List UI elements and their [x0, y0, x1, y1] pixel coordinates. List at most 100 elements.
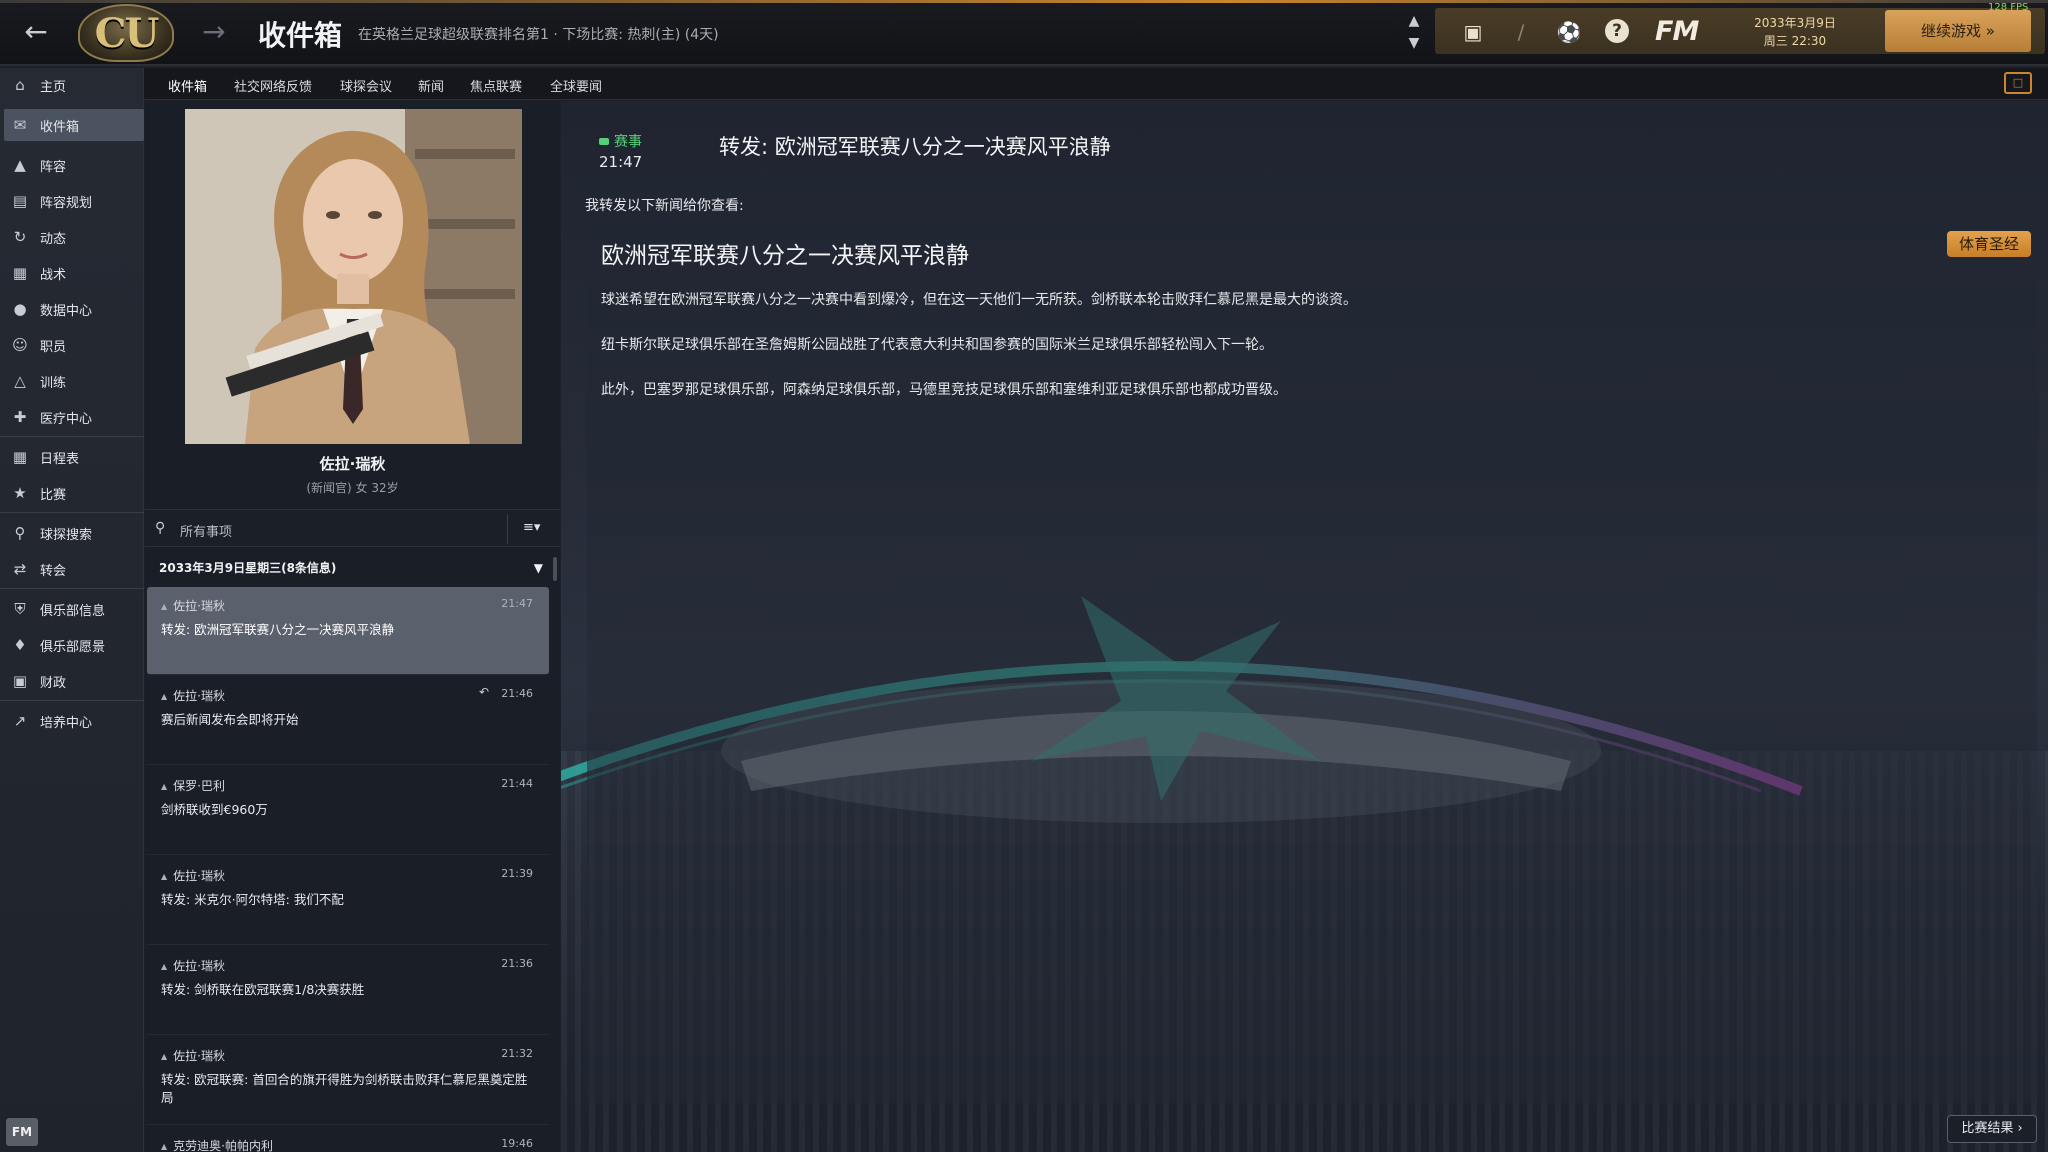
- sidebar-item-medical[interactable]: ✚ 医疗中心: [4, 401, 144, 433]
- sidebar-item-label: 医疗中心: [40, 411, 93, 427]
- arrow-right-icon[interactable]: →: [196, 14, 232, 50]
- message-sender: 佐拉·瑞秋: [161, 867, 225, 884]
- message-time: 21:44: [501, 777, 533, 790]
- sidebar-item-finances[interactable]: ▣ 财政: [4, 665, 144, 697]
- tab-focus-leagues[interactable]: 焦点联赛: [470, 76, 522, 95]
- help-icon[interactable]: ?: [1605, 19, 1629, 43]
- arrow-left-icon[interactable]: ←: [18, 14, 54, 50]
- game-date: 2033年3月9日 周三 22:30: [1735, 14, 1855, 50]
- chevron-down-icon[interactable]: ▼: [534, 555, 543, 581]
- tab-global-news[interactable]: 全球要闻: [550, 76, 602, 95]
- sidebar-item-dynamics[interactable]: ↻ 动态: [4, 221, 144, 253]
- message-intro: 我转发以下新闻给你查看:: [585, 198, 744, 214]
- sidebar-item-label: 训练: [40, 375, 67, 391]
- calendar-icon: ▦: [12, 448, 28, 466]
- club-badge[interactable]: CU: [78, 4, 174, 62]
- clipboard-icon: ▤: [12, 192, 28, 210]
- tab-social-feedback[interactable]: 社交网络反馈: [234, 76, 312, 95]
- sidebar-item-tactics[interactable]: ▦ 战术: [4, 257, 144, 289]
- sidebar-item-staff[interactable]: ☺ 职员: [4, 329, 144, 361]
- sidebar-divider: [0, 700, 144, 701]
- sidebar-item-label: 阵容规划: [40, 195, 93, 211]
- sidebar-item-scouting[interactable]: ⚲ 球探搜索: [4, 517, 144, 549]
- reply-icon: ↶: [478, 685, 489, 699]
- sidebar-item-inbox[interactable]: ✉ 收件箱: [4, 109, 144, 141]
- sidebar-item-label: 球探搜索: [40, 527, 93, 543]
- trophy-icon: ★: [13, 484, 27, 502]
- sidebar-item-label: 数据中心: [40, 303, 93, 319]
- sidebar-item-transfers[interactable]: ⇄ 转会: [4, 553, 144, 585]
- game-date-line2: 周三 22:30: [1763, 34, 1827, 48]
- continue-label: 继续游戏: [1921, 22, 1982, 40]
- sidebar-item-label: 收件箱: [40, 119, 80, 135]
- day-group-header[interactable]: 2033年3月9日星期三(8条信息) ▼: [149, 555, 549, 581]
- source-badge[interactable]: 体育圣经: [1947, 231, 2031, 257]
- staff-icon: ☺: [12, 336, 28, 354]
- vision-icon: ♦: [13, 636, 27, 654]
- message-list-panel: 佐拉·瑞秋 (新闻官) 女 32岁 ⚲ 所有事项 ≡▾ 2033年3月9日星期三…: [145, 101, 560, 1152]
- sidebar-item-label: 俱乐部愿景: [40, 639, 106, 655]
- toolbar-panel: ▣ ∕ ⚽ ? FM 2033年3月9日 周三 22:30 继续游戏 »: [1435, 8, 2045, 54]
- message-subject: 转发: 剑桥联在欧冠联赛1/8决赛获胜: [161, 982, 365, 997]
- sidebar-item-label: 日程表: [40, 451, 80, 467]
- ball-icon[interactable]: ⚽: [1555, 18, 1583, 46]
- sidebar-item-squad[interactable]: ▲ 阵容: [4, 149, 144, 181]
- page-subtitle[interactable]: 在英格兰足球超级联赛排名第1 · 下场比赛: 热刺(主) (4天): [358, 24, 719, 44]
- list-item[interactable]: 佐拉·瑞秋 21:39 转发: 米克尔·阿尔特塔: 我们不配: [147, 857, 549, 945]
- double-chevron-right-icon: »: [1985, 22, 1995, 40]
- id-card-icon[interactable]: ▣: [1459, 18, 1487, 46]
- message-sender: 保罗·巴利: [161, 777, 225, 794]
- sidebar-item-label: 俱乐部信息: [40, 603, 106, 619]
- message-sender: 佐拉·瑞秋: [161, 1047, 225, 1064]
- sender-name[interactable]: 佐拉·瑞秋: [145, 453, 560, 474]
- shield-icon: ⛨: [14, 600, 26, 618]
- match-result-button[interactable]: 比赛结果 ›: [1947, 1115, 2037, 1143]
- search-icon[interactable]: ⚲: [155, 520, 165, 536]
- sort-menu-icon[interactable]: ≡▾: [523, 520, 540, 535]
- sidebar-item-label: 主页: [40, 79, 67, 95]
- sidebar-item-development[interactable]: ↗ 培养中心: [4, 705, 144, 737]
- sidebar-divider: [0, 512, 144, 513]
- sidebar-item-club-vision[interactable]: ♦ 俱乐部愿景: [4, 629, 144, 661]
- sidebar-item-label: 动态: [40, 231, 67, 247]
- filter-input[interactable]: 所有事项: [180, 521, 232, 540]
- edit-icon[interactable]: ∕: [1507, 18, 1535, 46]
- sender-portrait-image: [185, 109, 522, 444]
- sidebar-item-schedule[interactable]: ▦ 日程表: [4, 441, 144, 473]
- tab-news[interactable]: 新闻: [418, 76, 444, 95]
- sidebar-item-label: 培养中心: [40, 715, 93, 731]
- tab-scout-meeting[interactable]: 球探会议: [340, 76, 392, 95]
- list-item[interactable]: 佐拉·瑞秋 ↶ 21:46 赛后新闻发布会即将开始: [147, 677, 549, 765]
- sidebar-item-training[interactable]: △ 训练: [4, 365, 144, 397]
- sender-portrait[interactable]: [185, 109, 522, 444]
- widescreen-icon[interactable]: □: [2004, 72, 2032, 94]
- list-scrollbar[interactable]: [553, 557, 557, 581]
- match-result-label: 比赛结果: [1961, 1121, 2014, 1136]
- fm-logo-small[interactable]: FM: [6, 1118, 38, 1146]
- news-card: [587, 223, 2037, 1103]
- sidebar-item-club-info[interactable]: ⛨ 俱乐部信息: [4, 593, 144, 625]
- list-item[interactable]: 佐拉·瑞秋 21:32 转发: 欧冠联赛: 首回合的旗开得胜为剑桥联击败拜仁慕尼…: [147, 1037, 549, 1125]
- shirt-icon: ▲: [14, 156, 26, 174]
- tab-inbox[interactable]: 收件箱: [161, 76, 214, 104]
- sidebar-item-competitions[interactable]: ★ 比赛: [4, 477, 144, 509]
- list-item[interactable]: 克劳迪奥·帕帕内利 19:46: [147, 1127, 549, 1152]
- top-accent-line: [0, 0, 2048, 3]
- list-item[interactable]: 佐拉·瑞秋 21:47 转发: 欧洲冠军联赛八分之一决赛风平浪静: [147, 587, 549, 675]
- page-title: 收件箱: [258, 19, 343, 52]
- fm-logo[interactable]: FM: [1655, 16, 1699, 47]
- message-time: 21:47: [501, 597, 533, 610]
- sidebar-item-data-hub[interactable]: ● 数据中心: [4, 293, 144, 325]
- chevron-up-down-icon[interactable]: ▲ ▼: [1404, 10, 1424, 54]
- continue-button[interactable]: 继续游戏 »: [1885, 10, 2031, 52]
- tactics-board-icon: ▦: [12, 264, 28, 282]
- sidebar-item-label: 比赛: [40, 487, 67, 503]
- medical-kit-icon: ✚: [13, 408, 27, 426]
- list-item[interactable]: 佐拉·瑞秋 21:36 转发: 剑桥联在欧冠联赛1/8决赛获胜: [147, 947, 549, 1035]
- message-subject: 转发: 欧洲冠军联赛八分之一决赛风平浪静: [161, 622, 395, 637]
- list-item[interactable]: 保罗·巴利 21:44 剑桥联收到€960万: [147, 767, 549, 855]
- development-icon: ↗: [13, 712, 27, 730]
- sidebar-item-squad-planner[interactable]: ▤ 阵容规划: [4, 185, 144, 217]
- sidebar-item-home[interactable]: ⌂ 主页: [4, 69, 144, 101]
- message-sender: 克劳迪奥·帕帕内利: [161, 1137, 273, 1152]
